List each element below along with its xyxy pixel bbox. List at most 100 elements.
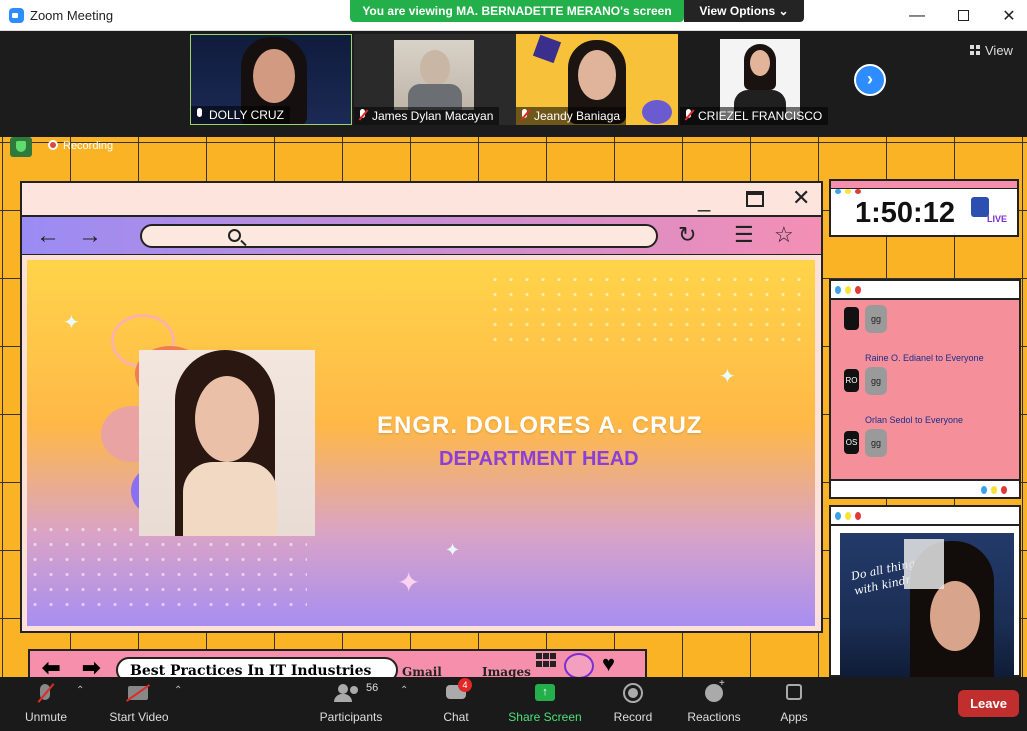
presenter-video: Do all things with kindness	[840, 533, 1014, 677]
video-options-caret[interactable]: ⌃	[174, 685, 182, 696]
grid-view-icon	[970, 45, 980, 55]
apps-button[interactable]: Apps	[776, 682, 812, 724]
speaker-photo	[139, 350, 315, 536]
refresh-icon: ↻	[678, 222, 697, 247]
muted-microphone-icon	[684, 109, 694, 121]
forward-arrow-icon: ➡	[82, 655, 101, 677]
dot-pattern	[487, 272, 813, 342]
record-button[interactable]: Record	[612, 682, 654, 724]
video-off-icon	[106, 682, 172, 704]
chat-avatar: RO	[844, 369, 859, 392]
microphone-icon	[195, 108, 205, 120]
unmute-button[interactable]: Unmute	[20, 682, 72, 724]
window-title: Zoom Meeting	[30, 8, 114, 23]
muted-microphone-icon	[20, 682, 72, 704]
slide-chat-panel: gg Raine O. Edianel to Everyone RO gg Or…	[829, 279, 1021, 499]
chat-avatar	[844, 307, 859, 330]
chevron-down-icon: ⌄	[778, 4, 789, 18]
close-button[interactable]: ✕	[986, 0, 1027, 31]
muted-microphone-icon	[358, 109, 368, 121]
live-label: LIVE	[987, 214, 1008, 224]
star-icon: ☆	[774, 222, 794, 247]
video-tile[interactable]: DOLLY CRUZ	[190, 34, 352, 125]
chat-bubble: gg	[865, 367, 887, 395]
leave-button[interactable]: Leave	[958, 690, 1019, 717]
slide-camera-frame: Do all things with kindness	[829, 505, 1021, 677]
video-tile[interactable]: James Dylan Macayan	[354, 34, 516, 125]
slide-bottom-bar: ⬅ ➡ Best Practices In IT Industries Gmai…	[28, 649, 647, 677]
chat-sender: Orlan Sedol to Everyone	[865, 415, 964, 425]
timer-text: 1:50:12	[855, 197, 955, 229]
back-arrow-icon: ⬅	[42, 655, 61, 677]
participants-icon: 56	[318, 682, 384, 704]
participant-name: DOLLY CRUZ	[191, 106, 290, 124]
maximize-button[interactable]	[940, 0, 986, 31]
minimize-button[interactable]: —	[894, 0, 940, 31]
images-label: Images	[482, 665, 531, 677]
recording-indicator: Recording	[48, 140, 113, 152]
slide-subline: DEPARTMENT HEAD	[439, 448, 639, 470]
zoom-app-icon	[9, 8, 24, 23]
forward-arrow-icon: →	[78, 222, 102, 249]
slide-search-pill: Best Practices In IT Industries	[116, 657, 398, 677]
close-icon: ✕	[1002, 7, 1016, 25]
participant-name: Jeandy Baniaga	[516, 107, 627, 125]
sparkle-icon: ✦	[63, 312, 80, 334]
video-tile[interactable]: Jeandy Baniaga	[516, 34, 678, 125]
participant-strip: DOLLY CRUZ James Dylan Macayan Jeandy Ba…	[0, 31, 1027, 137]
chat-bubble: gg	[865, 429, 887, 457]
minimize-icon: _	[698, 187, 711, 212]
participants-options-caret[interactable]: ⌃	[400, 685, 408, 696]
timer-widget: 1:50:12 LIVE	[829, 179, 1019, 237]
search-icon	[228, 229, 241, 242]
participants-count: 56	[366, 682, 379, 694]
chat-avatar: OS	[844, 431, 859, 454]
reactions-button[interactable]: + Reactions	[686, 678, 742, 724]
chat-button[interactable]: 4 Chat	[436, 678, 476, 724]
view-button[interactable]: View	[970, 43, 1013, 58]
decoration-star-icon	[532, 34, 562, 64]
apps-icon	[776, 682, 812, 704]
view-options-button[interactable]: View Options ⌄	[684, 0, 804, 22]
recording-dot-icon	[48, 140, 58, 150]
minimize-icon: —	[909, 6, 925, 24]
security-shield-icon[interactable]	[10, 137, 32, 157]
audio-options-caret[interactable]: ⌃	[76, 685, 84, 696]
close-icon: ✕	[792, 185, 811, 210]
record-icon	[612, 682, 654, 704]
maximize-icon	[746, 191, 764, 207]
apps-grid-icon	[536, 653, 556, 677]
meeting-toolbar: Unmute ⌃ Start Video ⌃ 56 Participants ⌃…	[0, 677, 1027, 731]
view-label: View	[985, 43, 1013, 58]
maximize-icon	[957, 10, 969, 21]
slide-nav-bar: ← → ↻ ☰ ☆	[22, 217, 821, 255]
back-arrow-icon: ←	[36, 222, 60, 249]
chat-badge: 4	[458, 678, 472, 692]
shared-screen: Recording _ ✕ ← → ↻ ☰ ☆ ✦ ✦ ✦ ✦ ENGR. DO…	[0, 137, 1027, 677]
title-bar: Zoom Meeting You are viewing MA. BERNADE…	[0, 0, 1027, 31]
participants-button[interactable]: 56 Participants	[318, 682, 384, 724]
start-video-button[interactable]: Start Video	[106, 682, 172, 724]
reactions-icon: +	[686, 678, 742, 704]
participant-name: CRIEZEL FRANCISCO	[680, 107, 829, 125]
slide-headline: ENGR. DOLORES A. CRUZ	[377, 412, 703, 439]
view-options-label: View Options	[699, 4, 776, 18]
mascot-icon	[564, 653, 594, 677]
viewing-banner: You are viewing MA. BERNADETTE MERANO's …	[350, 0, 684, 22]
menu-icon: ☰	[734, 222, 754, 247]
next-page-arrow-button[interactable]: ›	[854, 64, 886, 96]
share-screen-button[interactable]: ↑ Share Screen	[508, 682, 582, 724]
sparkle-icon: ✦	[445, 540, 461, 560]
gmail-label: Gmail	[402, 665, 442, 677]
slide-url-bar	[140, 224, 658, 248]
slide-content: ✦ ✦ ✦ ✦ ENGR. DOLORES A. CRUZ DEPARTMENT…	[27, 260, 815, 626]
video-tile[interactable]: CRIEZEL FRANCISCO	[680, 34, 842, 125]
heart-icon: ♥	[602, 651, 616, 676]
chat-sender: Raine O. Edianel to Everyone	[865, 353, 984, 363]
sparkle-icon: ✦	[719, 366, 736, 388]
slide-window-bar: _ ✕	[22, 183, 821, 217]
chevron-right-icon: ›	[867, 69, 873, 89]
participant-name: James Dylan Macayan	[354, 107, 500, 125]
chat-bubble: gg	[865, 305, 887, 333]
slide-browser-frame: _ ✕ ← → ↻ ☰ ☆ ✦ ✦ ✦ ✦ ENGR. DOLORES A. C…	[20, 181, 823, 633]
